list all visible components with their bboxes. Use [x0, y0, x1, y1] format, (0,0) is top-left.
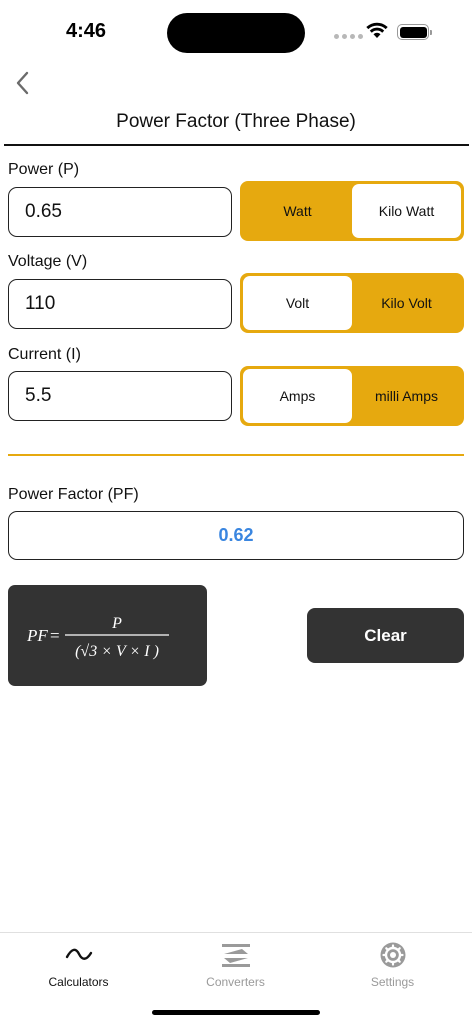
unit-kilo-volt-option[interactable]: Kilo Volt — [352, 276, 461, 330]
tilde-icon — [65, 948, 92, 960]
power-factor-result: 0.62 — [8, 511, 464, 560]
tab-calculators[interactable]: Calculators — [0, 933, 157, 993]
back-button[interactable] — [10, 68, 34, 98]
unit-volt-option[interactable]: Volt — [243, 276, 352, 330]
section-divider — [8, 454, 464, 456]
current-label: Current (I) — [8, 346, 81, 363]
tab-settings-label: Settings — [370, 975, 415, 989]
voltage-label: Voltage (V) — [8, 253, 88, 270]
gear-icon — [380, 942, 405, 968]
chevron-left-icon — [16, 71, 29, 95]
unit-milli-amps-option[interactable]: milli Amps — [352, 369, 461, 423]
power-unit-selector: Watt Kilo Watt — [240, 181, 464, 241]
power-label: Power (P) — [8, 161, 80, 178]
power-input[interactable] — [8, 187, 232, 237]
current-unit-selector: Amps milli Amps — [240, 366, 464, 426]
formula-equals: = — [50, 626, 60, 645]
clear-button[interactable]: Clear — [307, 608, 464, 663]
voltage-unit-selector: Volt Kilo Volt — [240, 273, 464, 333]
status-bar: 4:46 — [0, 0, 472, 60]
swap-arrows-icon — [221, 944, 250, 967]
cellular-signal-icon — [334, 34, 363, 39]
battery-icon — [397, 24, 432, 40]
dynamic-island — [167, 13, 305, 53]
status-time: 4:46 — [66, 20, 107, 42]
tab-settings[interactable]: Settings — [314, 933, 471, 993]
voltage-input[interactable] — [8, 279, 232, 329]
tab-converters-label: Converters — [206, 975, 265, 989]
unit-amps-option[interactable]: Amps — [243, 369, 352, 423]
formula-card: PF = P (√3 × V × I ) — [8, 585, 207, 686]
unit-watt-option[interactable]: Watt — [243, 184, 352, 238]
formula-lhs: PF — [26, 626, 48, 645]
result-label: Power Factor (PF) — [8, 486, 139, 503]
power-factor-formula: PF = P (√3 × V × I ) — [26, 615, 169, 660]
unit-kilo-watt-option[interactable]: Kilo Watt — [352, 184, 461, 238]
current-input[interactable] — [8, 371, 232, 421]
wifi-icon — [366, 22, 388, 38]
tab-converters[interactable]: Converters — [157, 933, 314, 993]
screen: 4:46 Power Factor (Three Phase) Power (P… — [0, 0, 472, 1024]
formula-numerator: P — [111, 615, 122, 632]
formula-denominator: (√3 × V × I ) — [75, 643, 159, 660]
page-title: Power Factor (Three Phase) — [116, 111, 356, 132]
tab-calculators-label: Calculators — [48, 975, 109, 989]
home-indicator[interactable] — [152, 1010, 320, 1015]
title-divider — [4, 144, 469, 146]
